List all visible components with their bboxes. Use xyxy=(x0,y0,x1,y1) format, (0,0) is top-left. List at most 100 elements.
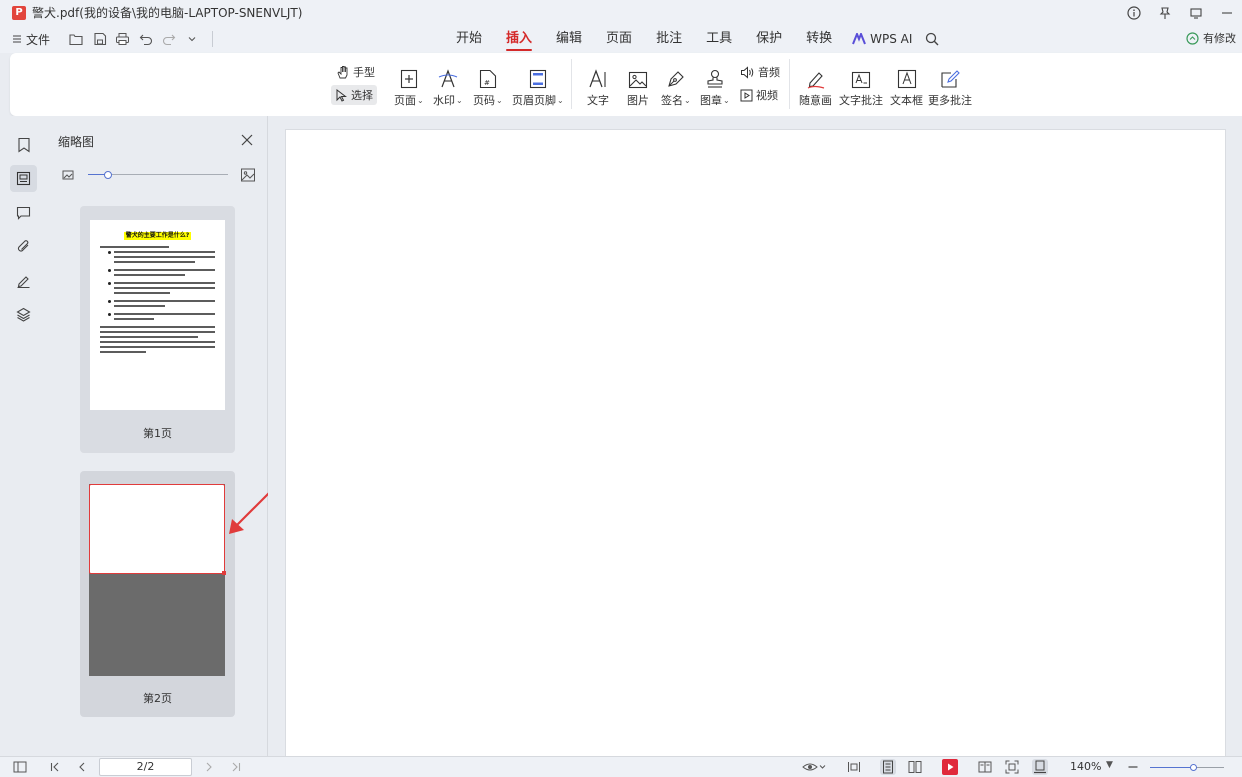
print-icon[interactable] xyxy=(114,31,131,48)
thumbnail-size-slider-handle[interactable] xyxy=(104,171,112,179)
svg-text:#: # xyxy=(484,79,490,87)
text-line xyxy=(100,341,215,343)
small-image-icon[interactable] xyxy=(61,168,75,182)
insert-image-label: 图片 xyxy=(627,94,649,107)
tab-annotate[interactable]: 批注 xyxy=(644,25,694,53)
zoom-out-icon[interactable] xyxy=(1125,759,1141,775)
resize-handle[interactable] xyxy=(222,571,226,575)
file-menu-button[interactable]: 文件 xyxy=(12,31,50,48)
restore-icon[interactable] xyxy=(1180,0,1211,25)
insert-text-label: 文字 xyxy=(587,94,609,107)
zoom-dropdown-chevron-icon[interactable]: ▼ xyxy=(1106,760,1113,770)
image-icon xyxy=(628,71,648,89)
save-icon[interactable] xyxy=(91,31,108,48)
previous-page-icon[interactable] xyxy=(74,759,90,775)
modified-status-label: 有修改 xyxy=(1203,32,1236,45)
chevron-down-icon: ⌄ xyxy=(456,95,463,105)
document-page[interactable] xyxy=(285,129,1226,769)
open-folder-icon[interactable] xyxy=(68,31,85,48)
ribbon-toolbar: 手型 选择 页面 ⌄ 水印 ⌄ # 页码 ⌄ 页眉页脚 ⌄ 文字 图片 签名 ⌄ 图章 ⌄ … xyxy=(10,53,1242,116)
tab-convert[interactable]: 转换 xyxy=(794,25,844,53)
insert-video-button[interactable]: 视频 xyxy=(736,85,782,105)
watermark-button[interactable]: 水印 ⌄ xyxy=(433,63,463,108)
next-page-icon[interactable] xyxy=(201,759,217,775)
bookmark-icon[interactable] xyxy=(10,131,37,158)
text-icon xyxy=(589,69,606,88)
page-thumbnail-1[interactable]: 警犬的主要工作是什么? 第1页 xyxy=(80,206,235,453)
large-image-icon[interactable] xyxy=(240,167,256,183)
toolbar-divider xyxy=(212,31,214,47)
first-page-icon[interactable] xyxy=(47,759,63,775)
tab-page[interactable]: 页面 xyxy=(594,25,644,53)
page-number-label: 页码 xyxy=(473,94,495,107)
document-viewport[interactable] xyxy=(268,116,1242,769)
tab-protect[interactable]: 保护 xyxy=(744,25,794,53)
zoom-level-label[interactable]: 140% xyxy=(1070,760,1101,773)
zoom-slider-handle[interactable] xyxy=(1190,764,1197,771)
undo-icon[interactable] xyxy=(137,31,154,48)
single-page-view-icon[interactable] xyxy=(880,759,896,775)
signature-button[interactable]: 签名 ⌄ xyxy=(661,63,691,108)
tab-insert[interactable]: 插入 xyxy=(494,25,544,53)
close-icon[interactable] xyxy=(240,133,254,147)
page-number-button[interactable]: # 页码 ⌄ xyxy=(473,63,503,108)
comment-icon[interactable] xyxy=(10,199,37,226)
chevron-down-icon: ⌄ xyxy=(723,95,730,105)
thumbnail-panel-icon[interactable] xyxy=(10,165,37,192)
thumbnail-size-control xyxy=(61,166,257,184)
more-tools-chevron-down-icon[interactable] xyxy=(183,31,200,48)
cursor-arrow-icon xyxy=(336,88,347,102)
select-tool-label: 选择 xyxy=(351,89,373,102)
list-item xyxy=(100,251,215,266)
more-annotations-button[interactable]: 更多批注 xyxy=(928,63,972,108)
fullscreen-icon[interactable] xyxy=(1004,759,1020,775)
hand-tool-button[interactable]: 手型 xyxy=(332,62,379,82)
redo-icon[interactable] xyxy=(160,31,177,48)
add-page-icon xyxy=(400,69,417,89)
last-page-icon[interactable] xyxy=(228,759,244,775)
left-sidebar-rail xyxy=(0,116,47,756)
wps-ai-button[interactable]: WPS AI xyxy=(844,32,920,46)
pin-icon[interactable] xyxy=(1149,0,1180,25)
page-number-icon: # xyxy=(479,69,496,89)
page-number-input[interactable]: 2/2 xyxy=(99,758,192,776)
insert-text-button[interactable]: 文字 xyxy=(587,63,609,108)
signature-pen-icon[interactable] xyxy=(10,267,37,294)
textbox-button[interactable]: 文本框 xyxy=(890,63,923,108)
insert-audio-button[interactable]: 音频 xyxy=(736,62,784,82)
visible-area-indicator[interactable] xyxy=(89,484,226,575)
attachment-icon[interactable] xyxy=(10,233,37,260)
tab-start[interactable]: 开始 xyxy=(444,25,494,53)
text-line xyxy=(100,246,169,248)
text-line xyxy=(100,331,215,333)
ribbon-divider xyxy=(789,59,790,109)
modified-status-button[interactable]: 有修改 xyxy=(1185,30,1236,46)
stamp-button[interactable]: 图章 ⌄ xyxy=(700,63,730,108)
search-icon[interactable] xyxy=(922,29,942,49)
header-footer-button[interactable]: 页眉页脚 ⌄ xyxy=(512,63,564,108)
info-icon[interactable] xyxy=(1118,0,1149,25)
fit-page-icon[interactable] xyxy=(1032,759,1048,775)
minimize-icon[interactable] xyxy=(1211,0,1242,25)
text-line xyxy=(100,351,146,353)
freehand-draw-button[interactable]: 随意画 xyxy=(799,63,832,108)
reading-mode-eye-icon[interactable] xyxy=(801,759,827,775)
select-tool-button[interactable]: 选择 xyxy=(331,85,377,105)
book-view-icon[interactable] xyxy=(977,759,993,775)
layers-icon[interactable] xyxy=(10,301,37,328)
tab-edit[interactable]: 编辑 xyxy=(544,25,594,53)
chevron-down-icon: ⌄ xyxy=(417,95,424,105)
sidebar-toggle-icon[interactable] xyxy=(12,759,28,775)
text-annotation-button[interactable]: 文字批注 xyxy=(839,63,883,108)
fit-width-icon[interactable] xyxy=(846,759,862,775)
page-thumbnail-2[interactable]: 第2页 xyxy=(80,471,235,717)
text-line xyxy=(100,346,215,348)
play-slideshow-icon[interactable] xyxy=(942,759,958,775)
video-play-icon xyxy=(740,89,753,101)
tab-tools[interactable]: 工具 xyxy=(694,25,744,53)
ribbon-divider xyxy=(571,59,572,109)
insert-image-button[interactable]: 图片 xyxy=(627,63,649,108)
insert-page-button[interactable]: 页面 ⌄ xyxy=(394,63,424,108)
two-page-view-icon[interactable] xyxy=(907,759,923,775)
zoom-slider-fill xyxy=(1150,767,1193,768)
